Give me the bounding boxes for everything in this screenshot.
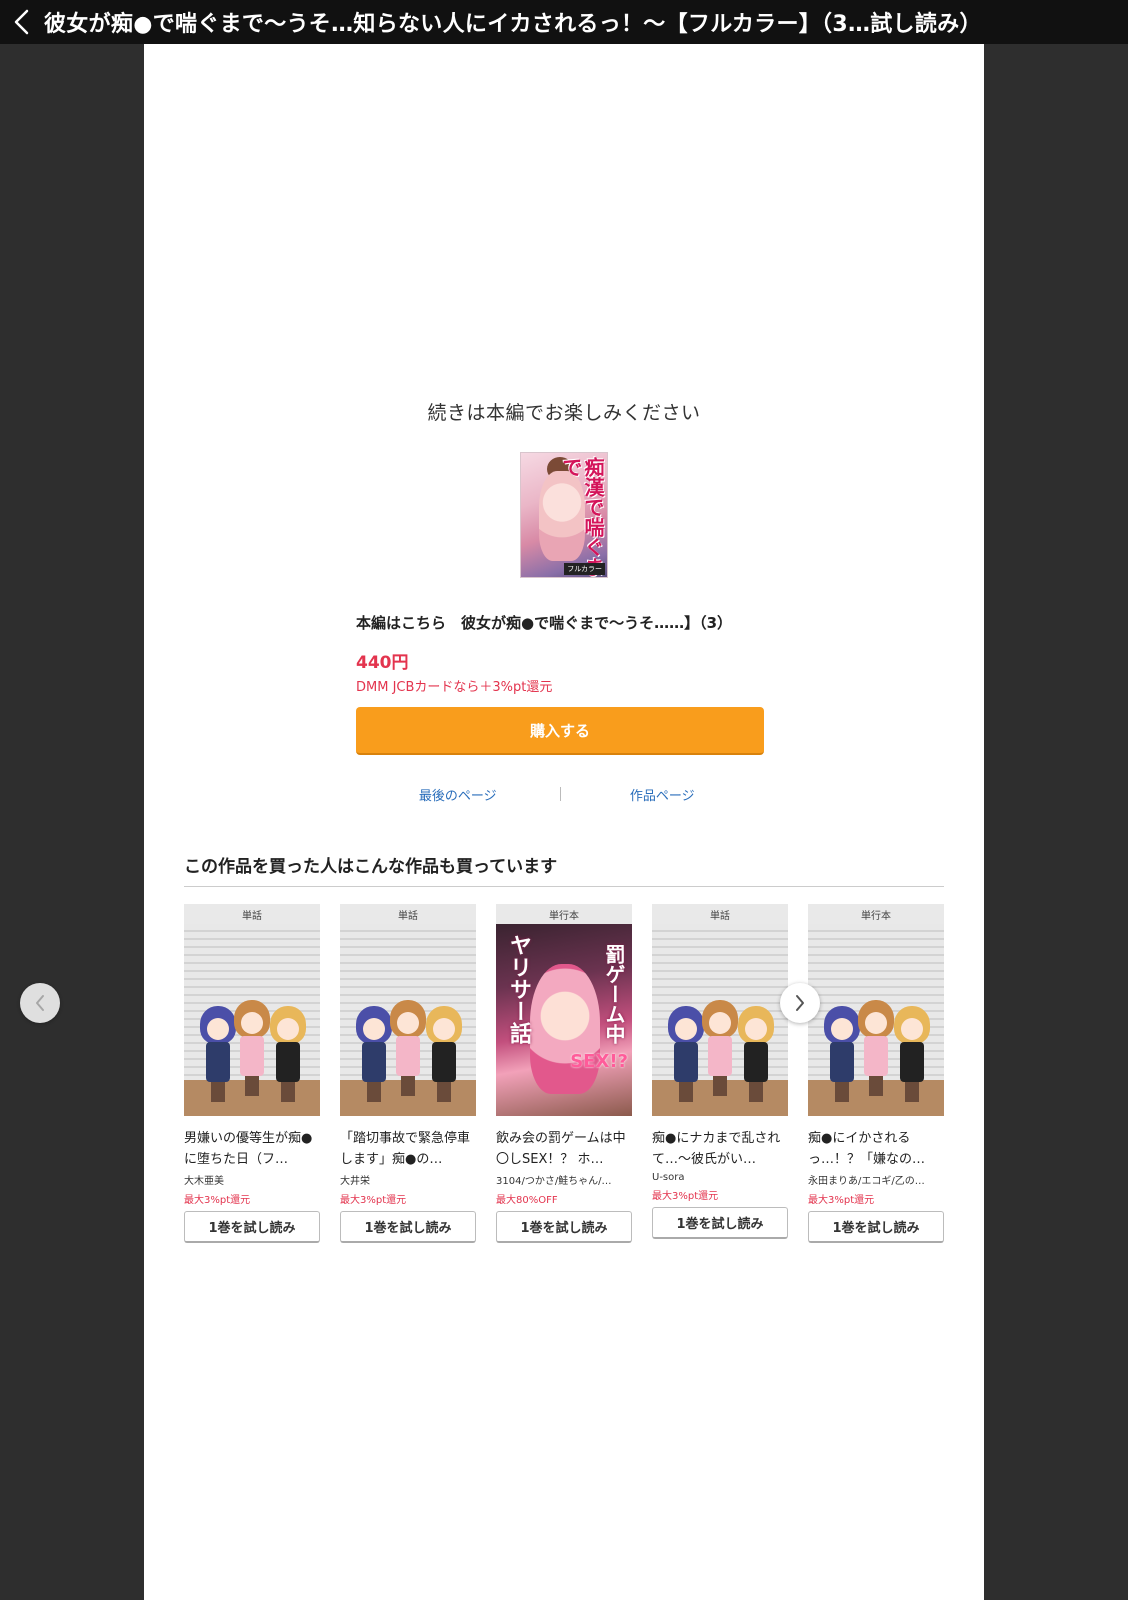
- trial-read-button[interactable]: 1巻を試し読み: [496, 1211, 632, 1243]
- cover-art: ヤリサー話 罰ゲーム中 SEX!?: [496, 924, 632, 1116]
- cover-text-right: 罰ゲーム中: [602, 944, 626, 1044]
- trial-read-button[interactable]: 1巻を試し読み: [184, 1211, 320, 1243]
- recommendations-heading: この作品を買った人はこんな作品も買っています: [184, 857, 558, 877]
- carousel-prev-button[interactable]: [20, 983, 60, 1023]
- section-divider: [184, 886, 944, 887]
- work-page-link[interactable]: 作品ページ: [561, 785, 765, 804]
- cover-text-badge: SEX!?: [570, 1051, 628, 1072]
- recommendation-item: 単話 男嫌いの優等生が痴●に堕ちた日（フ… 大木亜美 最大3%pt還元 1巻を試…: [184, 904, 320, 1243]
- trial-read-button[interactable]: 1巻を試し読み: [340, 1211, 476, 1243]
- cover-text-left: ヤリサー話: [506, 934, 531, 1044]
- recommendation-thumbnail[interactable]: 単行本: [808, 904, 944, 1116]
- recommendation-thumbnail[interactable]: 単話: [340, 904, 476, 1116]
- recommendation-author[interactable]: 永田まりあ/エコギ/乙の…: [808, 1172, 944, 1187]
- chevron-left-icon: [14, 9, 29, 35]
- points-badge: 最大3%pt還元: [808, 1195, 875, 1206]
- trial-read-button[interactable]: 1巻を試し読み: [808, 1211, 944, 1243]
- book-cover[interactable]: 痴漢で喘ぐまで フルカラー: [520, 452, 608, 578]
- points-badge: 最大3%pt還元: [184, 1195, 251, 1206]
- back-button[interactable]: [0, 0, 44, 44]
- format-badge: 単行本: [496, 904, 632, 924]
- page-links: 最後のページ 作品ページ: [356, 784, 764, 804]
- format-badge: 単話: [340, 904, 476, 924]
- recommendation-thumbnail[interactable]: 単話: [652, 904, 788, 1116]
- recommendation-author[interactable]: 3104/つかさ/鮭ちゃん/…: [496, 1172, 632, 1187]
- recommendation-author[interactable]: U-sora: [652, 1172, 788, 1183]
- top-bar: 彼女が痴●で喘ぐまで〜うそ…知らない人にイカされるっ！〜【フルカラー】（3…試し…: [0, 0, 1128, 44]
- points-badge: 最大80%OFF: [496, 1195, 558, 1206]
- recommendation-thumbnail[interactable]: ヤリサー話 罰ゲーム中 SEX!? 単行本: [496, 904, 632, 1116]
- recommendation-author[interactable]: 大木亜美: [184, 1172, 320, 1187]
- carousel-next-button[interactable]: [780, 983, 820, 1023]
- continue-message: 続きは本編でお楽しみください: [427, 402, 701, 424]
- points-badge: 最大3%pt還元: [340, 1195, 407, 1206]
- recommendation-title[interactable]: 痴●にナカまで乱されて…〜彼氏がい…: [652, 1128, 788, 1170]
- trial-read-button[interactable]: 1巻を試し読み: [652, 1207, 788, 1239]
- recommendation-author[interactable]: 大井栄: [340, 1172, 476, 1187]
- recommendations-carousel: 単話 男嫌いの優等生が痴●に堕ちた日（フ… 大木亜美 最大3%pt還元 1巻を試…: [184, 904, 944, 1284]
- price: 440円: [356, 653, 409, 673]
- chevron-right-icon: [796, 995, 804, 1011]
- recommendation-item: 単行本 痴●にイかされるっ…！？「嫌なの… 永田まりあ/エコギ/乙の… 最大3%…: [808, 904, 944, 1243]
- format-badge: 単行本: [808, 904, 944, 924]
- viewer-title: 彼女が痴●で喘ぐまで〜うそ…知らない人にイカされるっ！〜【フルカラー】（3…試し…: [44, 12, 982, 37]
- end-page-sheet: 続きは本編でお楽しみください 痴漢で喘ぐまで フルカラー 本編はこちら 彼女が痴…: [144, 44, 984, 1600]
- recommendation-item: ヤリサー話 罰ゲーム中 SEX!? 単行本 飲み会の罰ゲームは中〇しSEX！？ …: [496, 904, 632, 1243]
- chevron-left-icon: [36, 995, 44, 1011]
- recommendation-item: 単話 「踏切事故で緊急停車します」痴●の… 大井栄 最大3%pt還元 1巻を試し…: [340, 904, 476, 1243]
- recommendation-item: 単話 痴●にナカまで乱されて…〜彼氏がい… U-sora 最大3%pt還元 1巻…: [652, 904, 788, 1239]
- points-badge: 最大3%pt還元: [652, 1191, 719, 1202]
- card-reward-note: DMM JCBカードなら＋3%pt還元: [356, 680, 553, 695]
- recommendation-title[interactable]: 痴●にイかされるっ…！？「嫌なの…: [808, 1128, 944, 1170]
- format-badge: 単話: [184, 904, 320, 924]
- format-badge: 単話: [652, 904, 788, 924]
- last-page-link[interactable]: 最後のページ: [356, 785, 560, 804]
- cover-label: フルカラー: [564, 563, 605, 575]
- buy-button[interactable]: 購入する: [356, 707, 764, 755]
- recommendation-thumbnail[interactable]: 単話: [184, 904, 320, 1116]
- product-link[interactable]: 本編はこちら 彼女が痴●で喘ぐまで〜うそ……】（3）: [356, 612, 776, 633]
- recommendation-title[interactable]: 「踏切事故で緊急停車します」痴●の…: [340, 1128, 476, 1170]
- cover-title: 痴漢で喘ぐまで: [559, 457, 605, 577]
- recommendation-title[interactable]: 男嫌いの優等生が痴●に堕ちた日（フ…: [184, 1128, 320, 1170]
- recommendation-title[interactable]: 飲み会の罰ゲームは中〇しSEX！？ ホ…: [496, 1128, 632, 1170]
